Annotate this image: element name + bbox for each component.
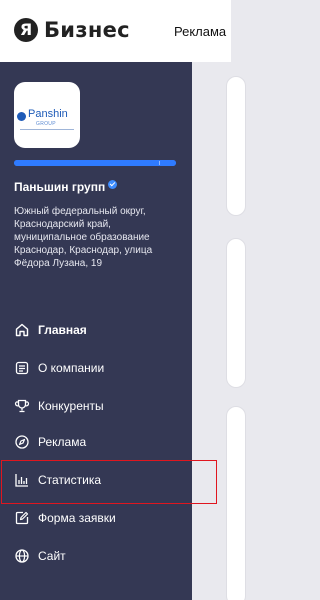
company-logo-mark-icon bbox=[17, 112, 26, 121]
content-card bbox=[226, 406, 246, 600]
sidebar-item-about[interactable]: О компании bbox=[14, 357, 188, 379]
company-name-text: Паньшин групп bbox=[14, 180, 106, 194]
trophy-icon bbox=[14, 398, 30, 414]
sidebar-item-label: Реклама bbox=[38, 435, 87, 449]
content-card bbox=[226, 76, 246, 216]
profile-progress-tick bbox=[159, 161, 160, 165]
sidebar-item-label: О компании bbox=[38, 361, 105, 375]
content-card bbox=[226, 238, 246, 388]
home-icon bbox=[14, 322, 30, 338]
yandex-logo-icon: Я bbox=[14, 18, 38, 42]
company-name[interactable]: Паньшин групп bbox=[14, 179, 118, 194]
sidebar-item-advertising[interactable]: Реклама bbox=[14, 431, 188, 453]
logo-text: Бизнес bbox=[44, 18, 130, 42]
company-address: Южный федеральный округ, Краснодарский к… bbox=[14, 206, 153, 269]
sidebar-item-request-form[interactable]: Форма заявки bbox=[14, 507, 188, 529]
globe-icon bbox=[14, 548, 30, 564]
sidebar-item-competitors[interactable]: Конкуренты bbox=[14, 395, 188, 417]
edit-icon bbox=[14, 510, 30, 526]
sidebar-item-site[interactable]: Сайт bbox=[14, 545, 188, 567]
compass-icon bbox=[14, 434, 30, 450]
company-logo-divider bbox=[20, 129, 74, 130]
sidebar-item-label: Сайт bbox=[38, 549, 66, 563]
document-icon bbox=[14, 360, 30, 376]
verified-badge-icon bbox=[108, 179, 118, 189]
sidebar-item-label: Форма заявки bbox=[38, 511, 116, 525]
sidebar-item-label: Главная bbox=[38, 323, 87, 337]
top-nav-link-advertising[interactable]: Реклама bbox=[174, 24, 226, 39]
main-content-area bbox=[192, 62, 246, 600]
company-logo[interactable]: Panshin GROUP bbox=[14, 82, 80, 148]
profile-progress-fill bbox=[14, 160, 176, 166]
profile-progress-bar bbox=[14, 160, 176, 166]
yandex-business-logo[interactable]: Я Бизнес bbox=[14, 18, 130, 42]
company-logo-sub: GROUP bbox=[36, 121, 56, 127]
company-logo-name: Panshin bbox=[28, 108, 68, 120]
sidebar-item-label: Конкуренты bbox=[38, 399, 104, 413]
sidebar: Panshin GROUP Паньшин групп Южный федера… bbox=[0, 62, 192, 600]
sidebar-item-home[interactable]: Главная bbox=[14, 319, 188, 341]
highlight-annotation-box bbox=[1, 460, 217, 504]
top-bar: Я Бизнес Реклама bbox=[0, 0, 231, 62]
